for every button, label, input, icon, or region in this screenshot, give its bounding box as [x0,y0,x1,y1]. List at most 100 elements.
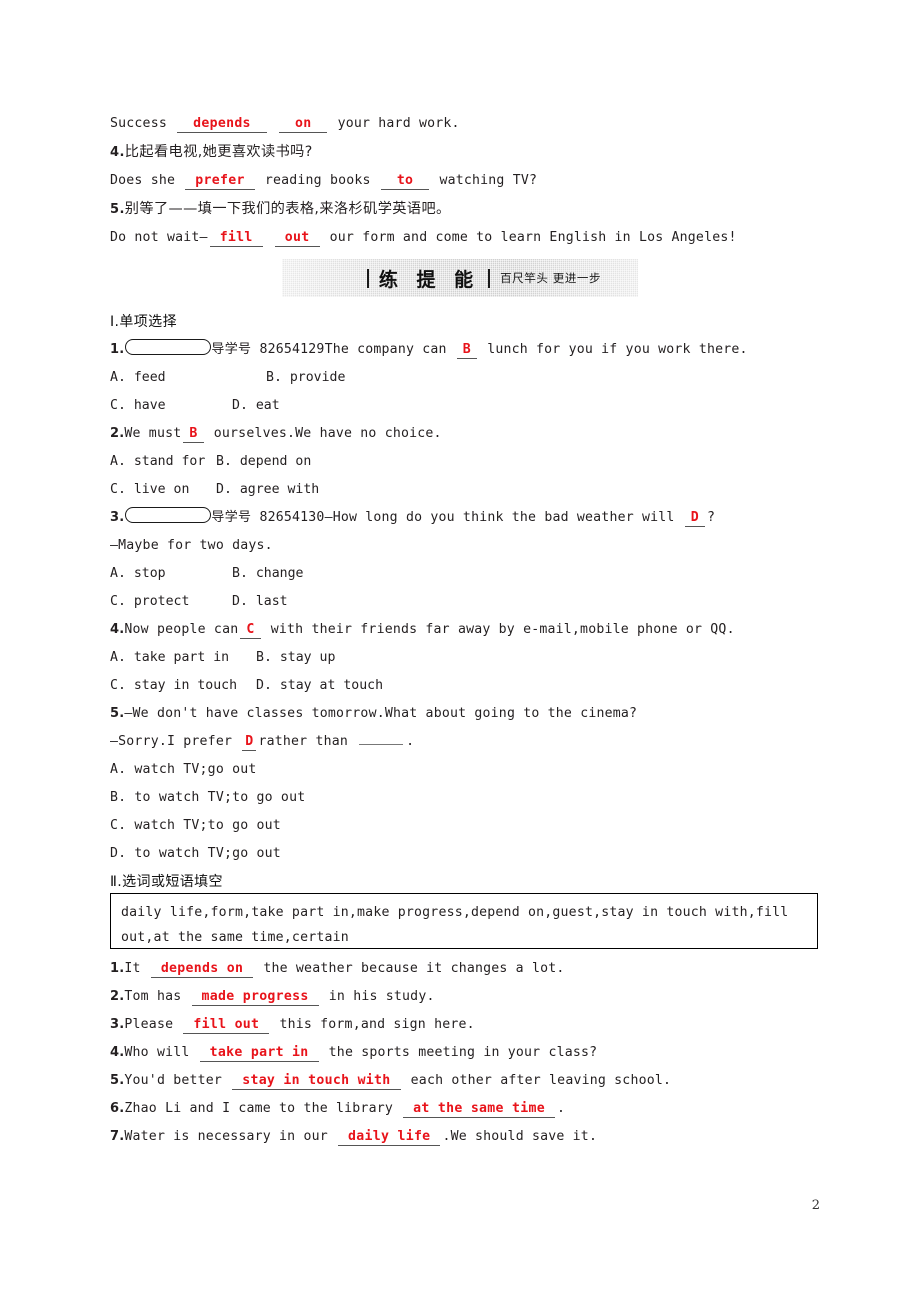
question-1-stem-post: lunch for you if you work there. [487,342,748,357]
banner-inner: 练 提 能 百尺竿头 更进一步 [366,265,601,292]
fill-item-6: 6.Zhao Li and I came to the library at t… [110,1095,822,1123]
fill-item-1: 1.It depends on the weather because it c… [110,955,822,983]
daohao-oval-icon [125,507,212,523]
fill-item-5-post: each other after leaving school. [410,1073,672,1088]
fill-item-7: 7.Water is necessary in our daily life .W… [110,1123,822,1151]
question-1-number: 1. [110,342,125,357]
answer-prefer: prefer [185,173,255,190]
question-3-option-d[interactable]: D. last [232,588,288,616]
item-4-chinese: 比起看电视,她更喜欢读书吗? [124,144,313,160]
worksheet-page: Success depends on your hard work. 4.比起看… [0,0,920,1302]
fill-item-7-post: .We should save it. [442,1129,598,1144]
question-2-stem-pre: We must [124,426,182,441]
question-1-stem-pre: The company can [324,342,447,357]
question-4-number: 4. [110,622,125,637]
fill-item-3-pre: Please [124,1017,174,1032]
banner-left-bar-icon [366,268,369,288]
word-bank-box: daily life,form,take part in,make progre… [110,893,818,949]
question-5-option-a[interactable]: A. watch TV;go out [110,756,822,784]
question-5-stem-pre: —Sorry.I prefer [110,734,233,749]
fill-item-6-number: 6. [110,1101,125,1116]
item-5-chinese-line: 5.别等了——填一下我们的表格,来洛杉矶学英语吧。 [110,195,822,224]
question-3-stem: 3. 导学号 82654130—How long do you think the… [110,504,822,532]
question-4-stem-post: with their friends far away by e-mail,mo… [270,622,735,637]
question-1-answer: B [456,342,478,359]
fill-item-5: 5.You'd better stay in touch with each o… [110,1067,822,1095]
question-1-daohao-label: 导学号 [211,342,252,357]
fill-item-4: 4.Who will take part in the sports meeti… [110,1039,822,1067]
fill-item-2-pre: Tom has [124,989,182,1004]
question-1-options-row-1: A. feed B. provide [110,364,822,392]
question-1-option-d[interactable]: D. eat [232,392,280,420]
question-3-option-c[interactable]: C. protect [110,588,232,616]
section-2-heading: Ⅱ.选词或短语填空 [110,874,223,890]
question-4-stem-pre: Now people can [124,622,239,637]
question-5-option-b[interactable]: B. to watch TV;to go out [110,784,822,812]
question-5-stem-line1: 5.—We don't have classes tomorrow.What a… [110,700,822,728]
answer-out: out [274,230,320,247]
question-1-daohao-number: 82654129 [259,342,325,357]
fill-item-5-number: 5. [110,1073,125,1088]
fill-item-7-pre: Water is necessary in our [124,1129,328,1144]
item-5-en-post: our form and come to learn English in Lo… [329,230,737,245]
question-5-number: 5. [110,706,125,721]
fill-item-2: 2.Tom has made progress in his study. [110,983,822,1011]
question-1-option-b[interactable]: B. provide [266,364,345,392]
question-3-option-a[interactable]: A. stop [110,560,232,588]
question-3-daohao-label: 导学号 [211,510,252,525]
section-banner: 练 提 能 百尺竿头 更进一步 [282,259,638,297]
item-4-chinese-line: 4.比起看电视,她更喜欢读书吗? [110,138,822,167]
daohao-oval-icon [125,339,212,355]
answer-to: to [380,173,430,190]
question-2-answer: B [183,426,204,443]
question-5-stem-post: rather than [258,734,349,749]
question-4-options-row-1: A. take part in B. stay up [110,644,822,672]
question-4-answer: C [240,622,261,639]
item-5-english-line: Do not wait— fill out our form and come t… [110,224,822,252]
question-3-stem-post: ? [706,510,716,525]
fill-item-6-pre: Zhao Li and I came to the library [124,1101,393,1116]
question-4-option-c[interactable]: C. stay in touch [110,672,256,700]
question-2-option-a[interactable]: A. stand for [110,448,216,476]
question-5-answer: D [242,734,257,751]
question-3-stem-pre: —How long do you think the bad weather w… [324,510,675,525]
item-5-chinese: 别等了——填一下我们的表格,来洛杉矶学英语吧。 [124,201,451,217]
fill-item-1-post: the weather because it changes a lot. [263,961,565,976]
question-2-stem-post: ourselves.We have no choice. [213,426,442,441]
question-3-number: 3. [110,510,125,525]
section-1: Ⅰ.单项选择 1. 导学号 82654129The company can B l… [110,308,822,896]
question-3-option-b[interactable]: B. change [232,560,303,588]
banner-right-bar-icon [488,268,491,288]
question-2-option-c[interactable]: C. live on [110,476,216,504]
question-1-option-c[interactable]: C. have [110,392,232,420]
question-5-stem-line1-text: —We don't have classes tomorrow.What abo… [124,706,638,721]
success-post-text: your hard work. [337,116,460,131]
question-5-empty-blank[interactable] [359,744,404,745]
fill-item-6-answer: at the same time [403,1101,555,1118]
fill-item-4-number: 4. [110,1045,125,1060]
question-4-option-b[interactable]: B. stay up [256,644,335,672]
word-bank-line-2: out,at the same time,certain [121,930,349,945]
question-3-stem-line2: —Maybe for two days. [110,538,273,553]
question-2-option-d[interactable]: D. agree with [216,476,319,504]
fill-item-5-pre: You'd better [124,1073,223,1088]
word-bank-line-1: daily life,form,take part in,make progre… [121,905,789,920]
question-4-option-d[interactable]: D. stay at touch [256,672,383,700]
question-4-option-a[interactable]: A. take part in [110,644,256,672]
question-1-option-a[interactable]: A. feed [110,364,266,392]
question-2-stem: 2.We must B ourselves.We have no choice. [110,420,822,448]
answer-on: on [278,116,328,133]
item-4-en-post: watching TV? [439,173,538,188]
fill-item-4-pre: Who will [124,1045,190,1060]
answer-fill: fill [209,230,263,247]
question-5-option-d[interactable]: D. to watch TV;go out [110,840,822,868]
question-1-stem: 1. 导学号 82654129The company can B lunch fo… [110,336,822,364]
question-4-options-row-2: C. stay in touch D. stay at touch [110,672,822,700]
fill-item-4-answer: take part in [199,1045,319,1062]
question-4-stem: 4.Now people can C with their friends far… [110,616,822,644]
question-3-answer: D [684,510,705,527]
question-3-daohao-number: 82654130 [259,510,325,525]
fill-item-1-number: 1. [110,961,125,976]
question-5-option-c[interactable]: C. watch TV;to go out [110,812,822,840]
question-2-option-b[interactable]: B. depend on [216,448,311,476]
